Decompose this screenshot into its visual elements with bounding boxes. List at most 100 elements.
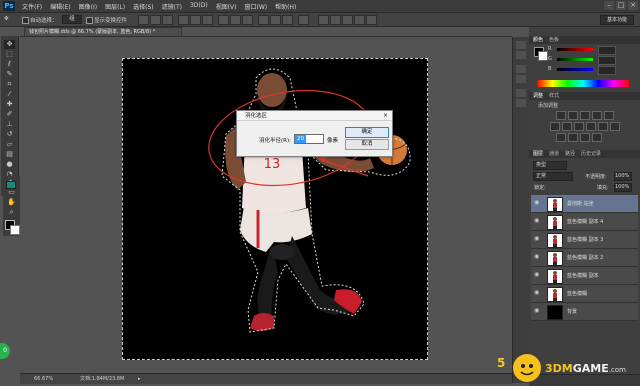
healing-brush-tool-icon[interactable]: ✚: [4, 100, 15, 109]
layer-row[interactable]: ◉ 蓝色模糊 副本 3: [531, 231, 638, 249]
shape-tool-icon[interactable]: ▭: [6, 188, 17, 197]
visibility-eye-icon[interactable]: ◉: [534, 200, 541, 206]
exposure-adj-icon[interactable]: [592, 111, 602, 120]
levels-adj-icon[interactable]: [568, 111, 578, 120]
layer-row[interactable]: ◉ 蓝色模糊 副本 2: [531, 249, 638, 267]
tab-history[interactable]: 历史记录: [581, 150, 601, 158]
document-tab[interactable]: 钱包照片模糊.dds @ 66.7% (蒙版副本, 蓝色, RGB/8) *: [24, 27, 182, 36]
feather-radius-input[interactable]: 20: [294, 134, 324, 144]
tab-color[interactable]: 颜色: [533, 36, 543, 44]
layer-filter-dropdown[interactable]: 类型: [533, 161, 567, 170]
red-value[interactable]: [598, 46, 616, 55]
tab-swatches[interactable]: 色板: [549, 36, 559, 44]
show-transform-checkbox[interactable]: 显示变换控件: [86, 16, 127, 24]
auto-select-checkbox[interactable]: 自动选择：: [22, 16, 58, 24]
vibrance-adj-icon[interactable]: [604, 111, 614, 120]
bw-adj-icon[interactable]: [574, 122, 584, 131]
visibility-eye-icon[interactable]: ◉: [534, 218, 541, 224]
visibility-eye-icon[interactable]: ◉: [534, 272, 541, 278]
layer-row[interactable]: ◉ 背景: [531, 303, 638, 321]
marquee-tool-icon[interactable]: ⬚: [4, 50, 15, 59]
color-balance-adj-icon[interactable]: [562, 122, 572, 131]
3d-slide-icon[interactable]: [354, 15, 365, 25]
feather-radius-value[interactable]: 20: [295, 135, 306, 143]
visibility-eye-icon[interactable]: ◉: [534, 236, 541, 242]
eraser-tool-icon[interactable]: ▱: [4, 140, 15, 149]
blue-value[interactable]: [598, 66, 616, 75]
opacity-input[interactable]: 100%: [614, 172, 632, 181]
color-lookup-adj-icon[interactable]: [610, 122, 620, 131]
menu-item-4[interactable]: 选择(S): [133, 2, 154, 11]
blue-slider[interactable]: [557, 68, 593, 71]
move-tool-icon[interactable]: ✥: [4, 16, 9, 22]
layer-row[interactable]: ◉ 曼彻斯 站坐: [531, 195, 638, 213]
properties-panel-icon[interactable]: [516, 51, 526, 59]
zoom-tool-icon[interactable]: ⌕: [6, 208, 17, 217]
distribute-bottom-icon[interactable]: [242, 15, 253, 25]
paragraph-panel-icon[interactable]: [516, 75, 526, 83]
brush-panel-icon[interactable]: [516, 89, 526, 97]
distribute-right-icon[interactable]: [282, 15, 293, 25]
character-panel-icon[interactable]: [516, 65, 526, 73]
brightness-adj-icon[interactable]: [556, 111, 566, 120]
menu-item-6[interactable]: 3D(D): [190, 2, 208, 11]
layer-row[interactable]: ◉ 蓝色模糊 副本: [531, 267, 638, 285]
menu-item-9[interactable]: 帮助(H): [275, 2, 296, 11]
gradient-map-adj-icon[interactable]: [592, 133, 602, 142]
curves-adj-icon[interactable]: [580, 111, 590, 120]
color-spectrum[interactable]: [537, 80, 629, 87]
menu-item-8[interactable]: 窗口(W): [245, 2, 268, 11]
3d-rotate-icon[interactable]: [318, 15, 329, 25]
hue-adj-icon[interactable]: [550, 122, 560, 131]
blur-tool-icon[interactable]: ●: [4, 160, 15, 169]
fill-input[interactable]: 100%: [614, 183, 632, 192]
hand-tool-icon[interactable]: ✋: [6, 198, 17, 207]
invert-adj-icon[interactable]: [556, 133, 566, 142]
workspace-switcher[interactable]: 基本功能: [600, 15, 634, 25]
menu-item-7[interactable]: 视图(V): [216, 2, 237, 11]
green-slider[interactable]: [557, 58, 593, 61]
clone-stamp-tool-icon[interactable]: ⊥: [4, 120, 15, 129]
threshold-adj-icon[interactable]: [580, 133, 590, 142]
posterize-adj-icon[interactable]: [568, 133, 578, 142]
menu-item-1[interactable]: 编辑(E): [50, 2, 70, 11]
align-bottom-icon[interactable]: [162, 15, 173, 25]
red-slider[interactable]: [557, 48, 593, 51]
align-middle-icon[interactable]: [150, 15, 161, 25]
menu-item-0[interactable]: 文件(F): [22, 2, 42, 11]
auto-select-dropdown[interactable]: 组: [62, 15, 82, 24]
brush-tool-icon[interactable]: ✐: [4, 110, 15, 119]
align-left-icon[interactable]: [178, 15, 189, 25]
tab-adjustments[interactable]: 调整: [533, 92, 543, 100]
blend-mode-dropdown[interactable]: 正常: [533, 172, 573, 181]
menu-item-2[interactable]: 图像(I): [79, 2, 97, 11]
tab-styles[interactable]: 样式: [549, 92, 559, 100]
zoom-level[interactable]: 66.67%: [34, 374, 53, 384]
3d-roll-icon[interactable]: [330, 15, 341, 25]
tab-channels[interactable]: 通道: [549, 150, 559, 158]
distribute-middle-icon[interactable]: [230, 15, 241, 25]
align-center-icon[interactable]: [190, 15, 201, 25]
maximize-button[interactable]: □: [616, 1, 626, 10]
cancel-button[interactable]: 取消: [345, 139, 389, 150]
dialog-close-icon[interactable]: ×: [383, 111, 388, 121]
distribute-center-icon[interactable]: [270, 15, 281, 25]
quick-select-tool-icon[interactable]: ✎: [4, 70, 15, 79]
photo-filter-adj-icon[interactable]: [586, 122, 596, 131]
close-button[interactable]: ×: [628, 1, 638, 10]
visibility-eye-icon[interactable]: ◉: [534, 290, 541, 296]
menu-item-3[interactable]: 图层(L): [105, 2, 125, 11]
status-arrow-icon[interactable]: ▸: [138, 374, 141, 384]
tab-layers[interactable]: 图层: [533, 150, 543, 158]
3d-scale-icon[interactable]: [366, 15, 377, 25]
menu-item-5[interactable]: 滤镜(T): [162, 2, 182, 11]
ok-button[interactable]: 确定: [345, 127, 389, 138]
distribute-top-icon[interactable]: [218, 15, 229, 25]
quick-mask-icon[interactable]: [6, 181, 16, 189]
tab-paths[interactable]: 路径: [565, 150, 575, 158]
distribute-left-icon[interactable]: [258, 15, 269, 25]
panel-bg-swatch[interactable]: [538, 51, 548, 61]
visibility-eye-icon[interactable]: ◉: [534, 308, 541, 314]
layer-row[interactable]: ◉ 蓝色模糊: [531, 285, 638, 303]
channel-mixer-adj-icon[interactable]: [598, 122, 608, 131]
